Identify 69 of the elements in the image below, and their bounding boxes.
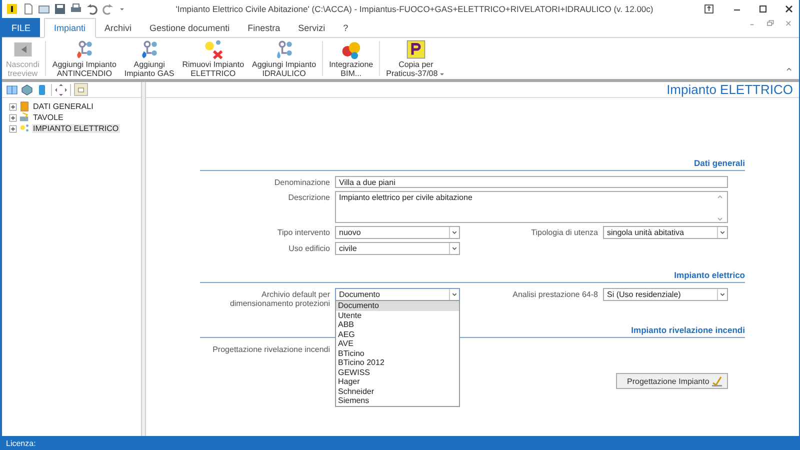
panel-toggle-button[interactable] — [74, 83, 88, 96]
field-label: Uso edificio — [288, 243, 330, 253]
undo-icon[interactable] — [86, 3, 98, 15]
window-title: 'Impianto Elettrico Civile Abitazione' (C:\ACCA) - Impiantus-FUOCO+GAS+ELETTRICO+RIVELATORI+IDRAULICO (v. 12.00c) — [174, 4, 654, 14]
new-document-icon[interactable] — [22, 3, 34, 15]
design-button[interactable]: Progettazione Impianto — [616, 373, 728, 389]
field-label: Analisi prestazione 64-8 — [512, 289, 598, 299]
ribbon-tab[interactable]: Impianti — [44, 18, 96, 38]
ribbon-button[interactable]: Integrazione BIM... — [325, 39, 378, 78]
ribbon-tab[interactable]: ? — [334, 18, 358, 37]
ribbon-button[interactable]: Copia per Praticus-37/08 — [382, 39, 450, 78]
status-bar: Licenza: — [2, 436, 799, 450]
ribbon-button[interactable]: Aggiungi Impianto GAS — [120, 39, 178, 78]
redo-icon[interactable] — [102, 3, 114, 15]
pencil-check-icon — [711, 375, 723, 387]
phone-icon[interactable] — [36, 84, 48, 96]
window-icon[interactable] — [38, 3, 50, 15]
file-menu-button[interactable]: FILE — [2, 18, 40, 37]
dropdown-caret-icon[interactable] — [717, 227, 727, 238]
save-icon[interactable] — [54, 3, 66, 15]
dropdown[interactable]: singola unità abitativa — [603, 226, 728, 239]
dropdown-caret-icon[interactable] — [717, 289, 727, 300]
field-label: Descrizione — [287, 192, 330, 202]
text-area[interactable]: Impianto elettrico per civile abitazione — [335, 191, 728, 223]
ribbon-tab[interactable]: Finestra — [238, 18, 290, 37]
ribbon-button[interactable]: Aggiungi Impianto ANTINCENDIO — [48, 39, 120, 78]
move-arrows-icon[interactable] — [55, 84, 67, 96]
input-field[interactable]: Villa a due piani — [335, 176, 728, 188]
help-icon[interactable] — [703, 3, 715, 15]
dropdown-option[interactable]: Documento — [336, 301, 459, 310]
dropdown[interactable]: Si (Uso residenziale) — [603, 288, 728, 301]
app-logo-icon — [6, 3, 18, 15]
tree-item[interactable]: IMPIANTO ELETTRICO — [32, 124, 120, 133]
field-label: Tipologia di utenza — [530, 227, 598, 237]
expand-icon[interactable] — [9, 124, 17, 132]
expand-icon[interactable] — [9, 102, 17, 110]
window-icon[interactable] — [77, 86, 85, 94]
ribbon-button[interactable]: Rimuovi Impianto ELETTRICO — [178, 39, 248, 78]
print-icon[interactable] — [70, 3, 82, 15]
praticus-logo-icon[interactable] — [404, 39, 427, 60]
dropdown[interactable]: nuovo — [335, 226, 460, 239]
remove-bulb-icon[interactable] — [202, 39, 224, 60]
folder-book-icon — [19, 101, 30, 112]
section-heading: Dati generali — [200, 158, 745, 171]
dropdown[interactable]: civile — [335, 242, 460, 255]
expand-icon[interactable] — [9, 114, 17, 122]
book-icon[interactable] — [6, 84, 18, 96]
field-label: Progettazione rivelazione incendi — [212, 344, 330, 354]
cube-icon[interactable] — [21, 84, 33, 96]
ribbon-tab[interactable]: Servizi — [289, 18, 334, 37]
ribbon-tab[interactable]: Gestione documenti — [140, 18, 239, 37]
field-label: Tipo intervento — [276, 227, 330, 237]
restore-icon[interactable] — [765, 18, 775, 28]
scrollbar-arrows-icon[interactable] — [716, 193, 724, 223]
dropdown-caret-icon[interactable] — [449, 243, 459, 254]
collapse-ribbon-icon[interactable] — [785, 65, 793, 73]
gears-icon[interactable] — [340, 39, 362, 60]
maximize-icon[interactable] — [757, 3, 769, 15]
field-label: Archivio default per dimensionamento protezioni — [228, 289, 330, 308]
ribbon-tab[interactable]: Archivi — [96, 18, 141, 37]
field-label: Denominazione — [273, 177, 330, 187]
ribbon-button[interactable]: Aggiungi Impianto IDRAULICO — [248, 39, 320, 78]
page-title: Impianto ELETTRICO — [146, 82, 799, 98]
bulb-network-icon — [19, 123, 30, 134]
close-icon[interactable] — [783, 3, 795, 15]
tree-item[interactable]: DATI GENERALI — [32, 102, 94, 111]
dropdown-caret-icon[interactable] — [449, 227, 459, 238]
tree-item[interactable]: TAVOLE — [32, 113, 64, 122]
section-heading: Impianto elettrico — [200, 270, 745, 283]
